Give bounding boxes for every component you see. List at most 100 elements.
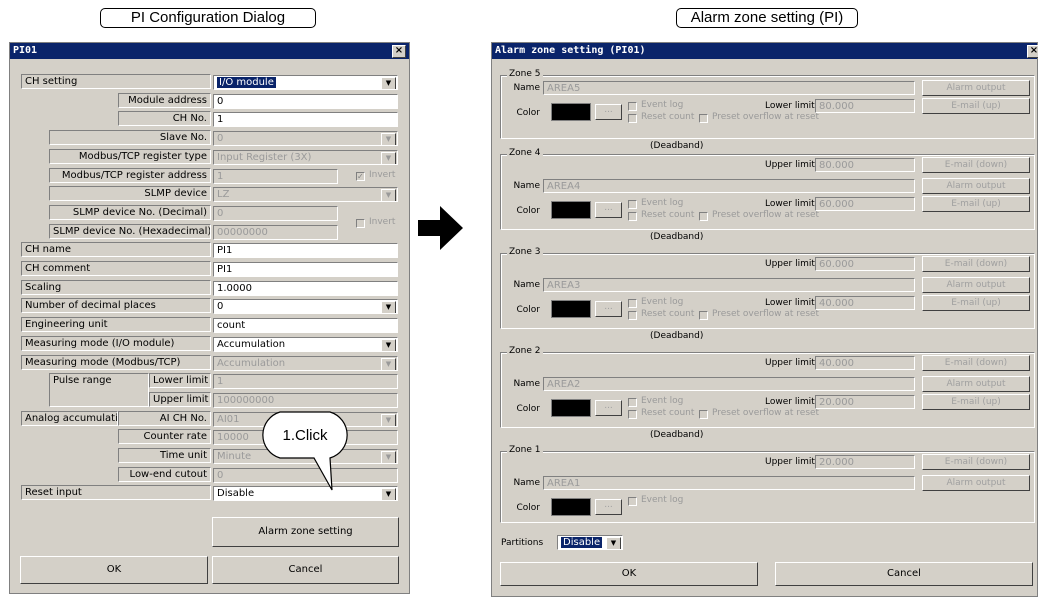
close-button[interactable]: ×: [1027, 45, 1038, 58]
decimal-places-select[interactable]: 0 ▼: [213, 299, 398, 314]
ch-setting-select[interactable]: I/O module ▼: [213, 75, 398, 90]
chevron-down-icon[interactable]: ▼: [381, 77, 396, 89]
zone-4-reset-count-checkbox: [628, 212, 637, 221]
window-title: PI01: [10, 43, 409, 59]
zone-1-name-input: AREA1: [543, 476, 915, 490]
zone-4-preset-overflow-checkbox: [699, 212, 708, 221]
slave-no-select: 0 ▼: [213, 131, 398, 146]
measuring-mode-io-select[interactable]: Accumulation ▼: [213, 337, 398, 352]
slmp-device-label: SLMP device: [49, 186, 211, 201]
zone-1-email-down-button[interactable]: E-mail (down): [922, 454, 1030, 470]
zone-3-upper-limit-input: 60.000: [815, 257, 915, 271]
ch-comment-input[interactable]: PI1: [213, 262, 398, 277]
zone-5-color-swatch[interactable]: [551, 103, 591, 121]
zone-2-reset-count-checkbox: [628, 410, 637, 419]
zone-3-reset-count-label: Reset count: [641, 309, 695, 319]
module-address-label: Module address: [118, 93, 211, 108]
zone-2-preset-overflow-label: Preset overflow at reset: [712, 408, 820, 418]
modbus-register-type-select: Input Register (3X) ▼: [213, 150, 398, 165]
engineering-unit-label: Engineering unit: [21, 317, 211, 332]
ch-no-input[interactable]: 1: [213, 112, 398, 127]
zone-5-color-picker-button[interactable]: ...: [595, 104, 622, 120]
zone-3-lower-limit-input: 40.000: [815, 296, 915, 310]
zone-4-lower-limit-input: 60.000: [815, 197, 915, 211]
ch-name-input[interactable]: PI1: [213, 243, 398, 258]
zone-1-title: Zone 1: [507, 445, 543, 456]
zone-3-color-swatch[interactable]: [551, 300, 591, 318]
chevron-down-icon: ▼: [381, 133, 396, 145]
zone-3-lower-limit-label: Lower limit: [765, 298, 815, 308]
zone-2-lower-limit-label: Lower limit: [765, 397, 815, 407]
zone-4-email-up-button[interactable]: E-mail (up): [922, 196, 1030, 212]
ai-ch-no-label: AI CH No.: [118, 411, 211, 426]
low-end-cutout-label: Low-end cutout: [118, 467, 211, 482]
zone-2-alarm-output-button[interactable]: Alarm output: [922, 376, 1030, 392]
modbus-register-type-label: Modbus/TCP register type: [49, 149, 211, 164]
partitions-select[interactable]: Disable ▼: [557, 535, 623, 550]
pulse-range-label: Pulse range: [49, 373, 149, 407]
modbus-register-address-input: 1: [213, 169, 338, 184]
zone-2-name-input: AREA2: [543, 377, 915, 391]
right-arrow-icon: [418, 206, 463, 250]
zone-4-event-log-checkbox: [628, 200, 637, 209]
cancel-button[interactable]: Cancel: [212, 556, 399, 584]
zone-4-preset-overflow-label: Preset overflow at reset: [712, 210, 820, 220]
zone-4-color-picker-button[interactable]: ...: [595, 202, 622, 218]
zone-1-color-picker-button[interactable]: ...: [595, 499, 622, 515]
zone-4-alarm-output-button[interactable]: Alarm output: [922, 178, 1030, 194]
zone-5-lower-limit-input: 80.000: [815, 99, 915, 113]
zone-2-color-swatch[interactable]: [551, 399, 591, 417]
time-unit-label: Time unit: [118, 448, 211, 463]
zone-2-lower-limit-input: 20.000: [815, 395, 915, 409]
zone-2-title: Zone 2: [507, 346, 543, 357]
chevron-down-icon: ▼: [381, 189, 396, 201]
scaling-input[interactable]: 1.0000: [213, 281, 398, 296]
zone-2-email-down-button[interactable]: E-mail (down): [922, 355, 1030, 371]
zone-5-email-up-button[interactable]: E-mail (up): [922, 98, 1030, 114]
alarm-ok-button[interactable]: OK: [500, 562, 758, 586]
engineering-unit-input[interactable]: count: [213, 318, 398, 333]
zone-4-email-down-button[interactable]: E-mail (down): [922, 157, 1030, 173]
invert-modbus-checkbox: ✓: [356, 172, 365, 181]
chevron-down-icon[interactable]: ▼: [381, 488, 396, 500]
close-button[interactable]: ×: [392, 45, 406, 58]
zone-1-color-swatch[interactable]: [551, 498, 591, 516]
zone-5-alarm-output-button[interactable]: Alarm output: [922, 80, 1030, 96]
zone-3-preset-overflow-label: Preset overflow at reset: [712, 309, 820, 319]
zone-1-event-log-checkbox: [628, 497, 637, 506]
alarm-zone-setting-button[interactable]: Alarm zone setting: [212, 517, 399, 547]
zone-3-color-label: Color: [516, 305, 541, 315]
window-title: Alarm zone setting (PI01): [492, 43, 1037, 59]
zone-3-email-down-button[interactable]: E-mail (down): [922, 256, 1030, 272]
zone-1-alarm-output-button[interactable]: Alarm output: [922, 475, 1030, 491]
zone-2-email-up-button[interactable]: E-mail (up): [922, 394, 1030, 410]
slmp-device-select: LZ ▼: [213, 187, 398, 202]
chevron-down-icon: ▼: [381, 414, 396, 426]
pulse-lower-limit-input: 1: [213, 374, 398, 389]
module-address-input[interactable]: 0: [213, 94, 398, 109]
zone-2-upper-limit-label: Upper limit: [765, 358, 815, 368]
zone-1-event-log-label: Event log: [641, 495, 684, 505]
zone-3-alarm-output-button[interactable]: Alarm output: [922, 277, 1030, 293]
zone-2-color-label: Color: [516, 404, 541, 414]
alarm-cancel-button[interactable]: Cancel: [775, 562, 1033, 586]
ch-name-label: CH name: [21, 242, 211, 257]
caption-right: Alarm zone setting (PI): [676, 8, 858, 28]
zone-2-color-picker-button[interactable]: ...: [595, 400, 622, 416]
zone-2-event-log-label: Event log: [641, 396, 684, 406]
zone-5-title: Zone 5: [507, 69, 543, 80]
zone-4-name-label: Name: [513, 181, 540, 191]
ch-setting-label: CH setting: [21, 74, 211, 89]
zone-4-color-swatch[interactable]: [551, 201, 591, 219]
chevron-down-icon[interactable]: ▼: [606, 537, 621, 549]
ok-button[interactable]: OK: [20, 556, 208, 584]
slmp-device-decimal-label: SLMP device No. (Decimal): [49, 205, 211, 220]
zone-3-email-up-button[interactable]: E-mail (up): [922, 295, 1030, 311]
zone-1-upper-limit-input: 20.000: [815, 455, 915, 469]
invert-modbus-label: Invert: [369, 170, 396, 180]
zone-5-color-label: Color: [516, 108, 541, 118]
slmp-device-decimal-input: 0: [213, 206, 338, 221]
chevron-down-icon[interactable]: ▼: [381, 339, 396, 351]
chevron-down-icon[interactable]: ▼: [381, 301, 396, 313]
zone-3-color-picker-button[interactable]: ...: [595, 301, 622, 317]
